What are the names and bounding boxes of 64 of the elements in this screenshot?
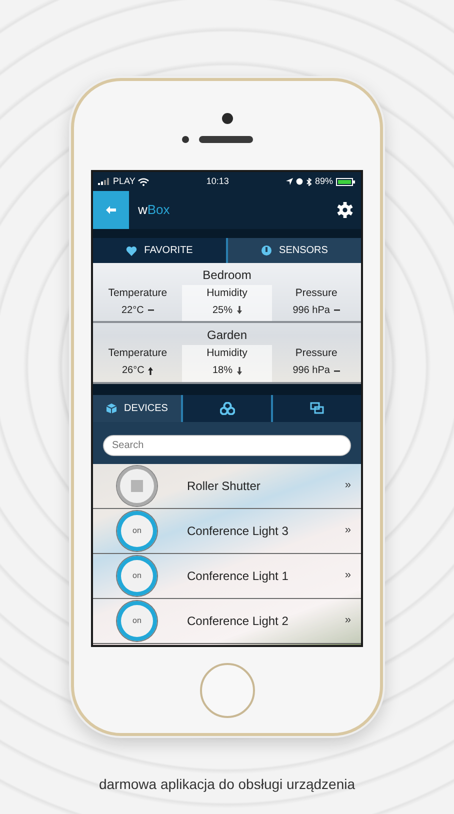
down-arrow-icon bbox=[236, 366, 242, 374]
device-row[interactable]: on Conference Light 1 » bbox=[93, 554, 361, 598]
chevron-icon: » bbox=[344, 567, 351, 584]
chevron-icon: » bbox=[344, 612, 351, 629]
reading-value: 22°C bbox=[121, 304, 144, 318]
room-name: Bedroom bbox=[202, 267, 252, 284]
device-name: Conference Light 2 bbox=[187, 612, 290, 630]
toggle-button[interactable]: on bbox=[117, 600, 157, 640]
device-name: Roller Shutter bbox=[187, 478, 262, 494]
dash-icon bbox=[334, 307, 340, 314]
camera-icon bbox=[222, 112, 232, 124]
tab[interactable] bbox=[273, 394, 361, 422]
up-arrow-icon bbox=[148, 366, 154, 374]
reading-label: Temperature bbox=[107, 286, 168, 301]
signal-icon bbox=[98, 178, 110, 185]
wifi-icon bbox=[138, 178, 150, 186]
search-field[interactable]: Search bbox=[103, 434, 351, 456]
caption: darmowa aplikacja do obsługi urządzenia bbox=[98, 775, 356, 794]
device-row[interactable]: on Conference Light 2 » bbox=[93, 598, 361, 644]
cube-icon bbox=[106, 402, 118, 414]
device-name: Conference Light 3 bbox=[187, 522, 290, 540]
device-row[interactable]: on Conference Light 3 » bbox=[93, 508, 361, 554]
reading-label: Temperature bbox=[107, 346, 168, 362]
device-row[interactable]: Roller Shutter » bbox=[93, 464, 361, 508]
reading-value: 26°C bbox=[122, 364, 144, 378]
back-button[interactable] bbox=[93, 191, 129, 229]
reading-value: 996 hPa bbox=[292, 304, 330, 318]
tab[interactable]: DEVICES bbox=[93, 394, 183, 422]
down-arrow-icon bbox=[236, 306, 242, 314]
dash-icon bbox=[148, 307, 154, 314]
screens-icon bbox=[310, 402, 324, 414]
reading-value: 996 hPa bbox=[292, 364, 330, 378]
reading-value: 25% bbox=[212, 304, 232, 318]
tab[interactable]: SENSORS bbox=[228, 238, 361, 263]
device-name: Conference Light 1 bbox=[187, 568, 290, 584]
reading-label: Humidity bbox=[206, 286, 248, 301]
gauge-icon bbox=[261, 245, 272, 256]
chevron-icon: » bbox=[344, 477, 351, 494]
location-icon bbox=[286, 178, 293, 185]
toggle-button[interactable]: on bbox=[117, 510, 157, 550]
chevron-icon: » bbox=[344, 522, 351, 539]
room-name: Garden bbox=[206, 327, 248, 344]
circles-icon bbox=[220, 402, 234, 414]
status-time: 10:13 bbox=[206, 174, 229, 188]
heart-icon bbox=[126, 246, 138, 256]
reading-label: Humidity bbox=[206, 346, 248, 362]
tab[interactable] bbox=[183, 394, 273, 422]
reading-value: 18% bbox=[212, 364, 232, 378]
back-arrow-icon bbox=[106, 206, 116, 214]
dash-icon bbox=[334, 368, 340, 374]
reading-label: Pressure bbox=[294, 286, 338, 301]
toggle-button[interactable]: on bbox=[117, 556, 157, 596]
battery-percent: 89% bbox=[314, 174, 333, 188]
settings-icon bbox=[337, 202, 353, 218]
tab[interactable]: FAVORITE bbox=[93, 238, 228, 263]
sensor-icon bbox=[182, 136, 188, 142]
shutter-button[interactable] bbox=[117, 466, 157, 506]
bluetooth-icon bbox=[306, 178, 312, 186]
stop-icon bbox=[131, 480, 143, 492]
carrier-name: PLAY bbox=[113, 174, 136, 188]
reading-label: Pressure bbox=[294, 346, 338, 362]
battery-icon bbox=[336, 178, 356, 186]
app-title: wBox bbox=[138, 201, 171, 220]
speaker-icon bbox=[198, 136, 252, 142]
